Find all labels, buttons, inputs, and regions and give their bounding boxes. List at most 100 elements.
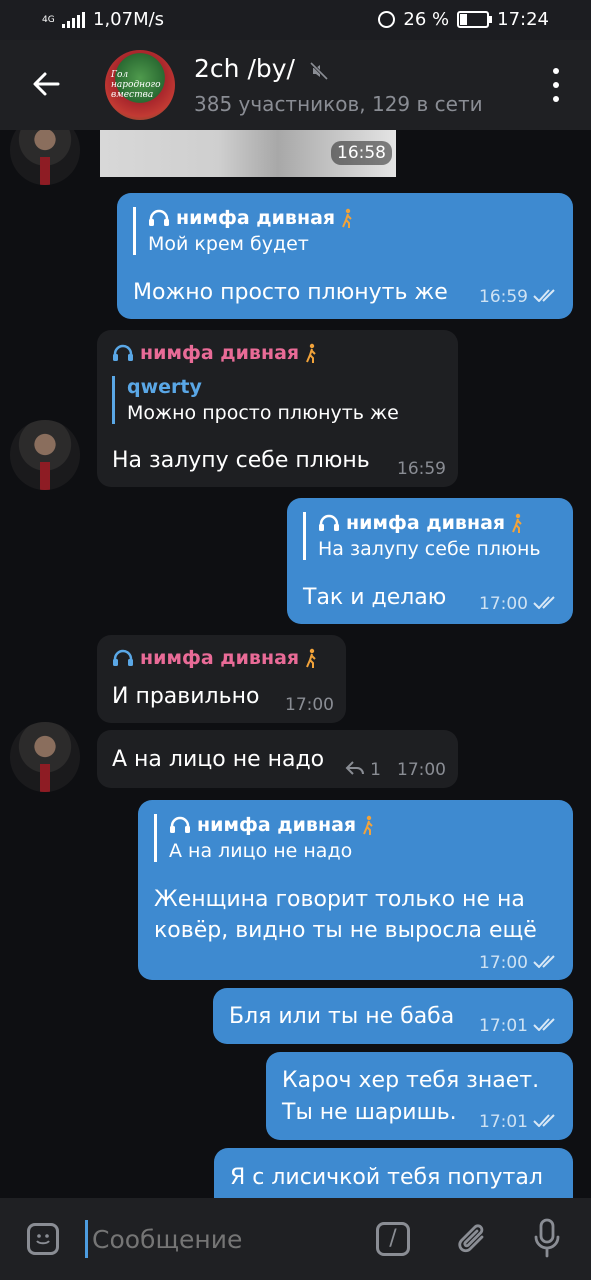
message-bubble-outgoing[interactable]: Я с лисичкой тебя попутал xyxy=(214,1148,573,1198)
person-walking-icon xyxy=(305,343,317,363)
sender-name-text: нимфа дивная xyxy=(140,647,300,669)
message-bubble-outgoing[interactable]: Бля или ты не баба 17:01 xyxy=(213,988,573,1044)
read-check-icon xyxy=(533,1112,559,1132)
reply-author-name: нимфа дивная xyxy=(197,814,357,836)
clock: 17:24 xyxy=(497,9,549,30)
more-menu-icon[interactable] xyxy=(553,68,559,102)
bot-commands-icon[interactable]: / xyxy=(376,1222,410,1256)
read-check-icon xyxy=(533,594,559,614)
message-bubble-incoming[interactable]: нимфа дивная qwerty Можно просто плюнуть… xyxy=(97,330,458,487)
read-check-icon xyxy=(533,1016,559,1036)
message-time: 17:00 xyxy=(397,760,446,780)
person-walking-icon xyxy=(305,648,317,668)
message-meta: 17:00 xyxy=(479,953,559,973)
message-time: 16:59 xyxy=(479,287,528,307)
message-time: 17:01 xyxy=(479,1016,528,1036)
sender-avatar[interactable] xyxy=(10,420,80,490)
message-time: 16:59 xyxy=(397,459,446,479)
message-text: Так и делаю xyxy=(303,585,447,610)
reply-preview[interactable]: нимфа дивная А на лицо не надо xyxy=(154,814,374,862)
text-caret xyxy=(85,1220,88,1258)
person-walking-icon xyxy=(362,815,374,835)
person-walking-icon xyxy=(341,208,353,228)
signal-icon xyxy=(62,11,85,28)
battery-icon xyxy=(457,11,493,28)
message-meta: 16:59 xyxy=(397,459,446,479)
muted-icon xyxy=(309,61,329,81)
message-text: Бля или ты не баба xyxy=(229,1004,455,1029)
paperclip-attach-icon[interactable] xyxy=(455,1220,491,1258)
reply-preview[interactable]: нимфа дивная Мой крем будет xyxy=(133,207,353,255)
person-walking-icon xyxy=(511,513,523,533)
reply-text: Можно просто плюнуть же xyxy=(127,402,399,424)
message-input[interactable] xyxy=(90,1224,354,1255)
message-input-bar: / xyxy=(0,1198,591,1280)
reply-arrow-icon[interactable] xyxy=(345,760,365,780)
network-type: 4G xyxy=(42,14,55,25)
network-speed: 1,07M/s xyxy=(93,9,165,30)
message-text: Я с лисичкой тебя попутал xyxy=(230,1165,543,1190)
sender-avatar[interactable] xyxy=(10,722,80,792)
chat-members-status: 385 участников, 129 в сети xyxy=(194,92,483,116)
sender-name[interactable]: нимфа дивная xyxy=(112,342,317,364)
message-bubble-outgoing[interactable]: нимфа дивная Мой крем будет Можно просто… xyxy=(117,193,573,319)
message-meta: 17:00 xyxy=(285,695,334,715)
reply-author: нимфа дивная xyxy=(148,207,353,229)
reply-author: нимфа дивная xyxy=(318,512,541,534)
sender-name[interactable]: нимфа дивная xyxy=(112,647,317,669)
message-text: И правильно xyxy=(112,684,260,709)
message-meta: 1 17:00 xyxy=(345,760,446,780)
message-time: 17:00 xyxy=(479,594,528,614)
sender-avatar[interactable] xyxy=(10,130,80,185)
message-bubble-outgoing[interactable]: нимфа дивная На залупу себе плюнь Так и … xyxy=(287,498,573,624)
message-text: Можно просто плюнуть же xyxy=(133,280,448,305)
message-bubble-outgoing[interactable]: Кароч хер тебя знает. Ты не шаришь. 17:0… xyxy=(266,1052,573,1140)
message-bubble-incoming[interactable]: А на лицо не надо 1 17:00 xyxy=(97,730,458,788)
message-text: На залупу себе плюнь xyxy=(112,448,370,473)
reply-preview[interactable]: нимфа дивная На залупу себе плюнь xyxy=(303,512,541,560)
message-text-line: Ты не шаришь. xyxy=(282,1100,457,1125)
reply-text: А на лицо не надо xyxy=(169,840,353,862)
microphone-icon[interactable] xyxy=(533,1218,561,1260)
message-text-line: ковёр, видно ты не выросла ещё xyxy=(154,918,537,943)
message-meta: 17:01 xyxy=(479,1016,559,1036)
message-bubble-outgoing[interactable]: нимфа дивная А на лицо не надо Женщина г… xyxy=(138,800,573,980)
read-check-icon xyxy=(533,953,559,973)
sender-name-text: нимфа дивная xyxy=(140,342,300,364)
reply-author-name: qwerty xyxy=(127,376,202,398)
battery-percent: 26 % xyxy=(403,9,450,30)
headphones-icon xyxy=(169,816,191,834)
headphones-icon xyxy=(148,209,170,227)
chat-header: Гол народного вмества 2ch /by/ 385 участ… xyxy=(0,40,591,130)
reply-author: нимфа дивная xyxy=(169,814,374,836)
group-avatar[interactable]: Гол народного вмества xyxy=(105,50,175,120)
headphones-icon xyxy=(112,649,134,667)
read-check-icon xyxy=(533,287,559,307)
message-list[interactable]: 16:58 нимфа дивная Мой крем будет Можно … xyxy=(0,130,591,1198)
headphones-icon xyxy=(112,344,134,362)
reply-author-name: нимфа дивная xyxy=(176,207,336,229)
message-time: 16:58 xyxy=(331,141,392,165)
status-left: 4G 1,07M/s xyxy=(42,9,164,30)
avatar-logo-text: Гол народного вмества xyxy=(111,70,161,100)
message-time: 17:00 xyxy=(479,953,528,973)
message-meta: 16:59 xyxy=(479,287,559,307)
reply-preview[interactable]: qwerty Можно просто плюнуть же xyxy=(112,376,399,424)
media-message[interactable]: 16:58 xyxy=(100,130,396,177)
back-arrow-icon[interactable] xyxy=(28,66,64,102)
message-bubble-incoming[interactable]: нимфа дивная И правильно 17:00 xyxy=(97,635,346,723)
reply-count[interactable]: 1 xyxy=(370,760,381,780)
message-meta: 17:01 xyxy=(479,1112,559,1132)
reply-author-name: нимфа дивная xyxy=(346,512,506,534)
message-text: А на лицо не надо xyxy=(112,747,325,772)
reply-text: На залупу себе плюнь xyxy=(318,538,541,560)
status-right: 26 % 17:24 xyxy=(378,9,549,30)
alarm-icon xyxy=(378,11,396,28)
message-text-line: Кароч хер тебя знает. xyxy=(282,1068,540,1093)
emoji-sticker-icon[interactable] xyxy=(27,1223,59,1255)
headphones-icon xyxy=(318,514,340,532)
message-meta: 17:00 xyxy=(479,594,559,614)
reply-text: Мой крем будет xyxy=(148,233,309,255)
chat-title[interactable]: 2ch /by/ xyxy=(194,54,295,83)
status-bar: 4G 1,07M/s 26 % 17:24 xyxy=(0,0,591,40)
